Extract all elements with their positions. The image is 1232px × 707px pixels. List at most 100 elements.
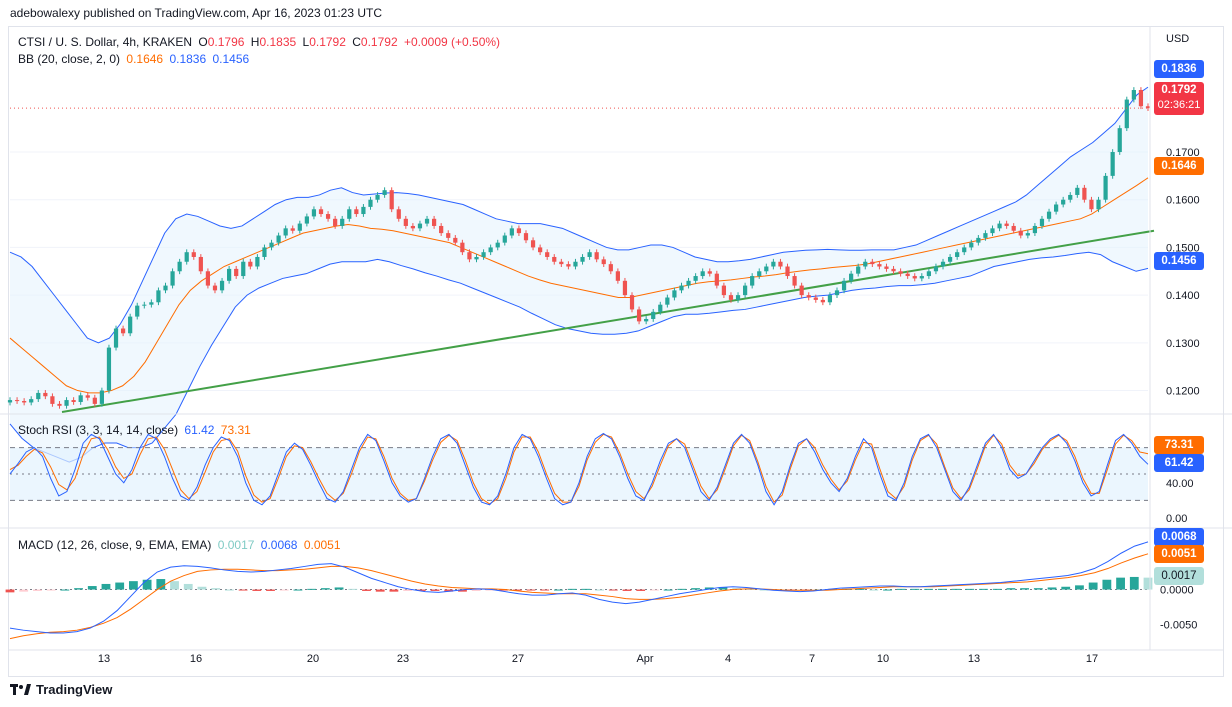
candle-body xyxy=(474,256,479,260)
candle-body xyxy=(410,225,416,229)
macd-hist-bar xyxy=(5,589,15,593)
price-tick-label: 0.1200 xyxy=(1166,386,1200,398)
candle-body xyxy=(764,266,769,272)
candle-body xyxy=(693,276,698,281)
candle-body xyxy=(771,261,776,267)
main-legend: CTSI / U. S. Dollar, 4h, KRAKEN O0.1796 … xyxy=(18,35,503,49)
last-price-value: 0.1792 xyxy=(1161,84,1197,96)
bar-countdown: 02:36:21 xyxy=(1157,99,1201,111)
macd-hist-bar xyxy=(471,589,481,591)
macd-hist-bar xyxy=(992,588,1002,590)
candle-body xyxy=(813,297,818,300)
candle-body xyxy=(375,194,380,200)
stoch-tick-label: 0.00 xyxy=(1166,513,1187,525)
macd-hist-bar xyxy=(1075,585,1084,590)
candle-body xyxy=(516,228,522,234)
candle-body xyxy=(573,261,578,267)
macd-hist-bar xyxy=(375,589,385,592)
macd-hist-bar xyxy=(348,588,358,590)
symbol-label[interactable]: CTSI / U. S. Dollar, 4h, KRAKEN xyxy=(18,35,192,49)
candle-body xyxy=(142,304,147,306)
time-tick-label: 13 xyxy=(968,653,980,665)
candle-body xyxy=(947,256,953,262)
candle-body xyxy=(1110,152,1115,176)
candle-body xyxy=(495,242,500,248)
macd-hist-bar xyxy=(951,588,961,590)
candle-body xyxy=(389,190,394,210)
macd-hist-bar xyxy=(430,589,440,591)
tradingview-logo[interactable]: TradingView xyxy=(10,682,112,697)
last-price-tag: 0.1792 02:36:21 xyxy=(1154,82,1204,115)
candle-body xyxy=(198,256,203,272)
macd-hist-bar xyxy=(60,589,70,591)
macd-hist-bar xyxy=(238,589,248,591)
candle-body xyxy=(580,256,585,262)
candle-body xyxy=(785,266,790,277)
candle-body xyxy=(615,271,620,281)
candle-body xyxy=(135,305,140,317)
bb-lower-value: 0.1456 xyxy=(212,52,250,66)
chart-canvas[interactable]: 0.17000.16000.15000.14000.13000.120040.0… xyxy=(0,0,1232,707)
macd-hist-bar xyxy=(924,588,934,590)
macd-hist-bar xyxy=(197,586,207,590)
low-value: 0.1792 xyxy=(309,35,346,49)
candle-body xyxy=(361,206,366,215)
candle-body xyxy=(453,237,458,243)
candle-body xyxy=(919,276,924,279)
time-tick-label: 20 xyxy=(307,653,319,665)
candle-body xyxy=(700,271,705,277)
macd-hist-bar xyxy=(266,589,275,591)
candle-body xyxy=(912,276,917,279)
macd-label[interactable]: MACD (12, 26, close, 9, EMA, EMA) xyxy=(18,538,211,552)
candle-body xyxy=(834,290,840,296)
candle-body xyxy=(778,261,783,267)
candle-body xyxy=(891,268,896,272)
macd-legend: MACD (12, 26, close, 9, EMA, EMA) 0.0017… xyxy=(18,538,344,552)
signal-tag: 0.0051 xyxy=(1154,545,1204,563)
candle-body xyxy=(368,199,373,207)
candle-body xyxy=(721,285,727,296)
macd-hist-bar xyxy=(170,581,179,590)
macd-hist-bar xyxy=(389,589,399,592)
candle-body xyxy=(290,228,295,231)
candle-body xyxy=(1082,187,1087,200)
macd-hist-bar xyxy=(1102,579,1112,590)
hist-tag: 0.0017 xyxy=(1154,567,1204,585)
time-tick-label: 13 xyxy=(98,653,110,665)
candle-body xyxy=(184,252,189,262)
candle-body xyxy=(552,256,557,262)
candle-body xyxy=(36,392,41,400)
macd-hist-bar xyxy=(1061,586,1071,590)
candle-body xyxy=(439,225,444,234)
close-label: C xyxy=(352,35,361,49)
macd-hist-bar xyxy=(910,588,920,590)
candle-body xyxy=(870,261,875,265)
candle-body xyxy=(750,276,755,286)
macd-hist-bar xyxy=(128,581,138,590)
macd-hist-bar xyxy=(650,589,659,591)
candle-body xyxy=(1138,90,1144,107)
stoch-label[interactable]: Stoch RSI (3, 3, 14, 14, close) xyxy=(18,423,178,437)
candle-body xyxy=(990,228,995,234)
candle-body xyxy=(757,271,762,277)
candle-body xyxy=(85,395,90,398)
macd-hist-bar xyxy=(1129,576,1139,590)
candle-body xyxy=(325,214,331,219)
macd-hist-bar xyxy=(869,589,879,591)
candle-body xyxy=(566,264,571,267)
high-value: 0.1835 xyxy=(259,35,297,49)
candle-body xyxy=(1054,204,1059,212)
candle-body xyxy=(163,285,168,291)
candle-body xyxy=(1025,233,1030,236)
bb-label[interactable]: BB (20, close, 2, 0) xyxy=(18,52,120,66)
brand-name: TradingView xyxy=(36,682,113,697)
candle-body xyxy=(248,261,253,267)
candle-body xyxy=(1089,199,1094,210)
macd-hist-bar xyxy=(279,589,289,591)
candle-body xyxy=(1068,194,1073,200)
macd-hist-bar xyxy=(636,589,646,591)
candle-body xyxy=(262,247,267,257)
candle-body xyxy=(22,401,27,403)
candle-body xyxy=(594,252,599,260)
currency-label: USD xyxy=(1166,33,1190,45)
